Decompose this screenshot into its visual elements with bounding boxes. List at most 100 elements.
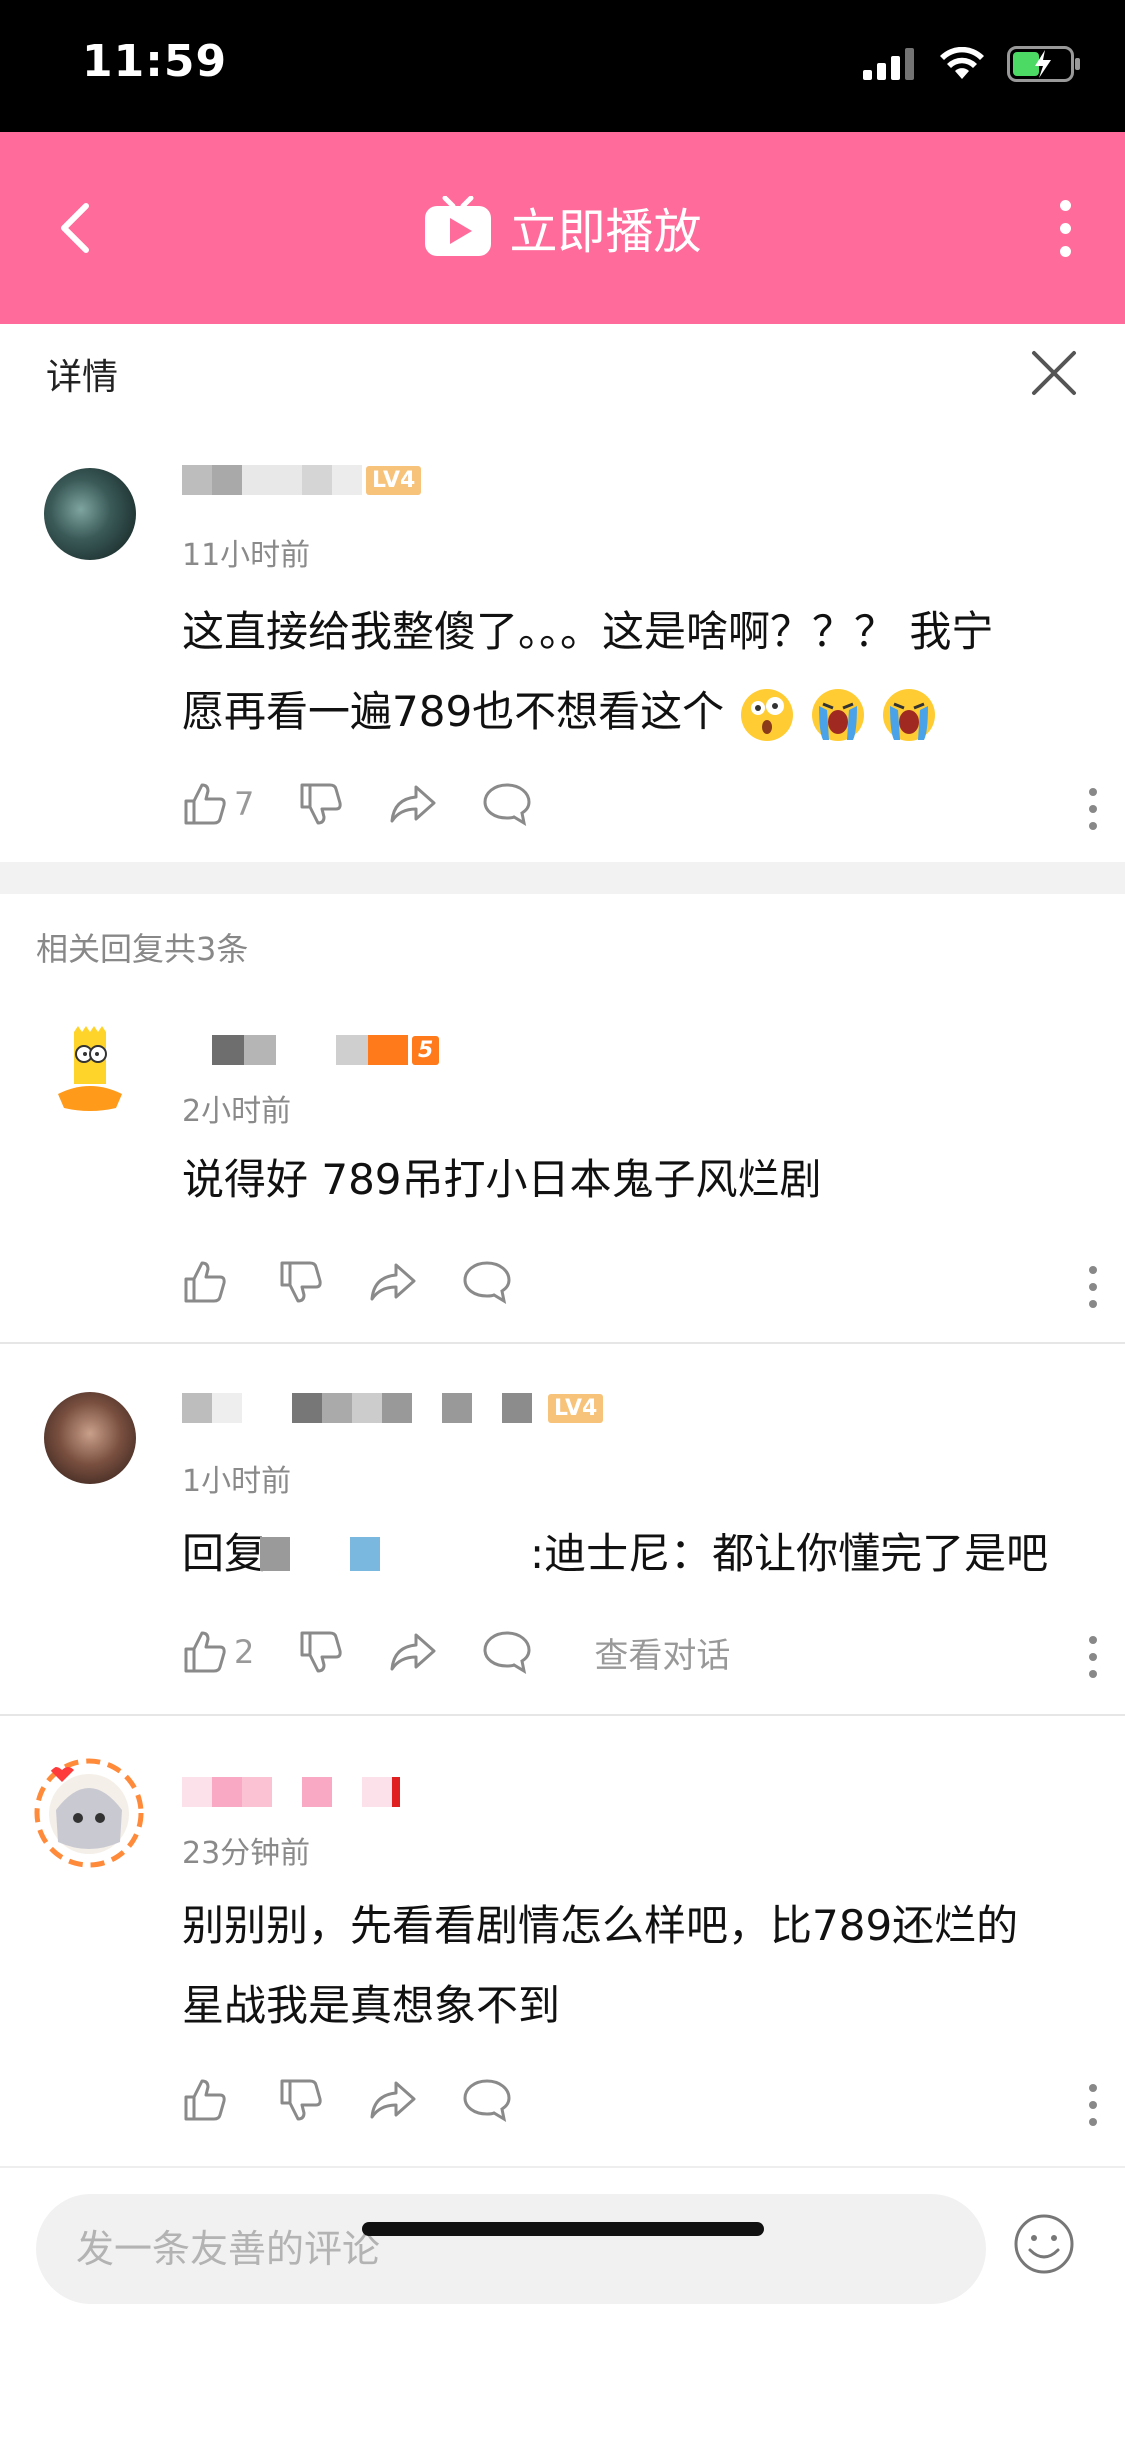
emoji-button[interactable] [1012,2212,1076,2276]
header-title: 立即播放 [509,204,702,260]
comment-time: 23分钟前 [182,1836,311,1871]
comment-time: 2小时前 [182,1094,292,1129]
share-button[interactable] [388,1629,438,1675]
reply-text: :迪士尼：都让你懂完了是吧 [530,1529,1049,1578]
thumbs-up-icon [184,1631,226,1673]
comment-more-button[interactable] [1087,788,1099,830]
comment-more-button[interactable] [1087,2084,1099,2126]
like-button[interactable] [182,2077,234,2123]
comment-more-button[interactable] [1087,1266,1099,1308]
thumbs-down-icon [300,1631,343,1673]
avatar[interactable] [44,1392,136,1484]
like-button[interactable] [182,1259,234,1305]
comment-text-line: 星战我是真想象不到 [182,1981,561,2030]
username-masked[interactable]: LV4 [182,462,422,498]
comment-actions [182,2070,1085,2130]
chat-bubble-icon [463,2079,511,2123]
dislike-button[interactable] [278,1259,324,1305]
like-button[interactable]: 7 [182,781,254,827]
username-masked[interactable]: 5 [212,1032,440,1068]
thumbs-down-icon [280,2079,322,2121]
thumbs-up-icon [184,1261,226,1303]
reply-button[interactable] [482,1629,532,1675]
detail-bar: 详情 [0,324,1125,428]
comment-input[interactable] [36,2194,986,2304]
reply-prefix: 回复 [182,1529,267,1578]
like-button[interactable]: 2 [182,1629,254,1675]
battery-icon [1007,46,1080,82]
comment-text-line: 别别别，先看看剧情怎么样吧，比789还烂的 [182,1901,1019,1950]
username-masked[interactable] [182,1774,400,1810]
comment-actions [182,1252,1085,1312]
reply-item: 5 2小时前 说得好 789吊打小日本鬼子风烂剧 [0,990,1125,1342]
thumbs-down-icon [280,1261,322,1303]
close-icon [1032,351,1076,395]
share-icon [370,1263,416,1301]
comment-time: 11小时前 [182,538,311,573]
anime-avatar-icon [34,1758,144,1868]
chat-bubble-icon [483,1631,531,1675]
comment-text-line: 这直接给我整傻了。。。这是啥啊？？？ 我宁 [182,607,994,656]
dislike-button[interactable] [298,1629,344,1675]
detail-title: 详情 [46,357,119,398]
thumbs-up-icon [184,783,226,825]
status-bar: 11:59 [0,0,1125,132]
more-options-button[interactable] [1045,190,1085,266]
status-icons [863,46,1081,82]
status-time: 11:59 [82,36,228,87]
surprised-face-emoji-icon [740,688,793,741]
like-count: 7 [234,785,255,823]
share-button[interactable] [368,1259,418,1305]
chat-bubble-icon [483,783,531,827]
level-badge: LV4 [366,465,422,495]
username-masked[interactable]: LV4 [182,1390,604,1426]
view-conversation-link[interactable]: 查看对话 [594,1628,730,1677]
reply-button[interactable] [462,2077,512,2123]
comment-text: 说得好 789吊打小日本鬼子风烂剧 [182,1155,822,1204]
comment-text: 这直接给我整傻了。。。这是啥啊？？？ 我宁 愿再看一遍789也不想看这个 [182,592,1079,752]
avatar[interactable] [44,468,136,560]
more-dot-icon [1059,199,1071,211]
share-icon [370,2081,416,2119]
home-indicator [362,2222,764,2236]
section-separator [0,862,1125,894]
reply-item: LV4 1小时前 回复 :迪士尼：都让你懂完了是吧 2 查看对话 [0,1344,1125,1714]
comment-text: 别别别，先看看剧情怎么样吧，比789还烂的 星战我是真想象不到 [182,1886,1079,2046]
reply-button[interactable] [462,1259,512,1305]
share-icon [390,785,436,823]
tv-play-icon [425,196,492,256]
wifi-icon [940,47,984,79]
comment-actions: 2 查看对话 [182,1622,1085,1682]
smiley-icon [1014,2214,1074,2274]
share-button[interactable] [368,2077,418,2123]
share-button[interactable] [388,781,438,827]
comment-input-bar [0,2166,1125,2438]
more-dot-icon [1059,245,1071,257]
chat-bubble-icon [463,1261,511,1305]
app-header: 立即播放 [0,132,1125,324]
crying-face-emoji-icon [883,688,936,741]
main-comment: LV4 11小时前 这直接给我整傻了。。。这是啥啊？？？ 我宁 愿再看一遍789… [0,428,1125,862]
level-badge: LV4 [548,1393,604,1423]
close-button[interactable] [1029,348,1079,398]
comment-time: 1小时前 [182,1464,292,1499]
comment-more-button[interactable] [1087,1636,1099,1678]
signal-icon [863,48,914,80]
dislike-button[interactable] [278,2077,324,2123]
avatar[interactable] [44,1024,136,1116]
replies-header: 相关回复共3条 [36,930,249,968]
avatar[interactable] [32,1756,146,1870]
comment-text-line: 愿再看一遍789也不想看这个 [182,672,1079,752]
dislike-button[interactable] [298,781,344,827]
reply-button[interactable] [482,781,532,827]
crying-face-emoji-icon [811,688,864,741]
comment-text: 回复 :迪士尼：都让你懂完了是吧 [182,1514,1079,1594]
like-count: 2 [234,1633,255,1671]
level-badge: 5 [412,1035,440,1065]
thumbs-down-icon [300,783,343,825]
reply-item: 23分钟前 别别别，先看看剧情怎么样吧，比789还烂的 星战我是真想象不到 [0,1716,1125,2164]
play-now-button[interactable]: 立即播放 [0,192,1125,262]
comment-actions: 7 [182,774,1085,834]
thumbs-up-icon [184,2079,226,2121]
cartoon-avatar-icon [58,1026,122,1111]
